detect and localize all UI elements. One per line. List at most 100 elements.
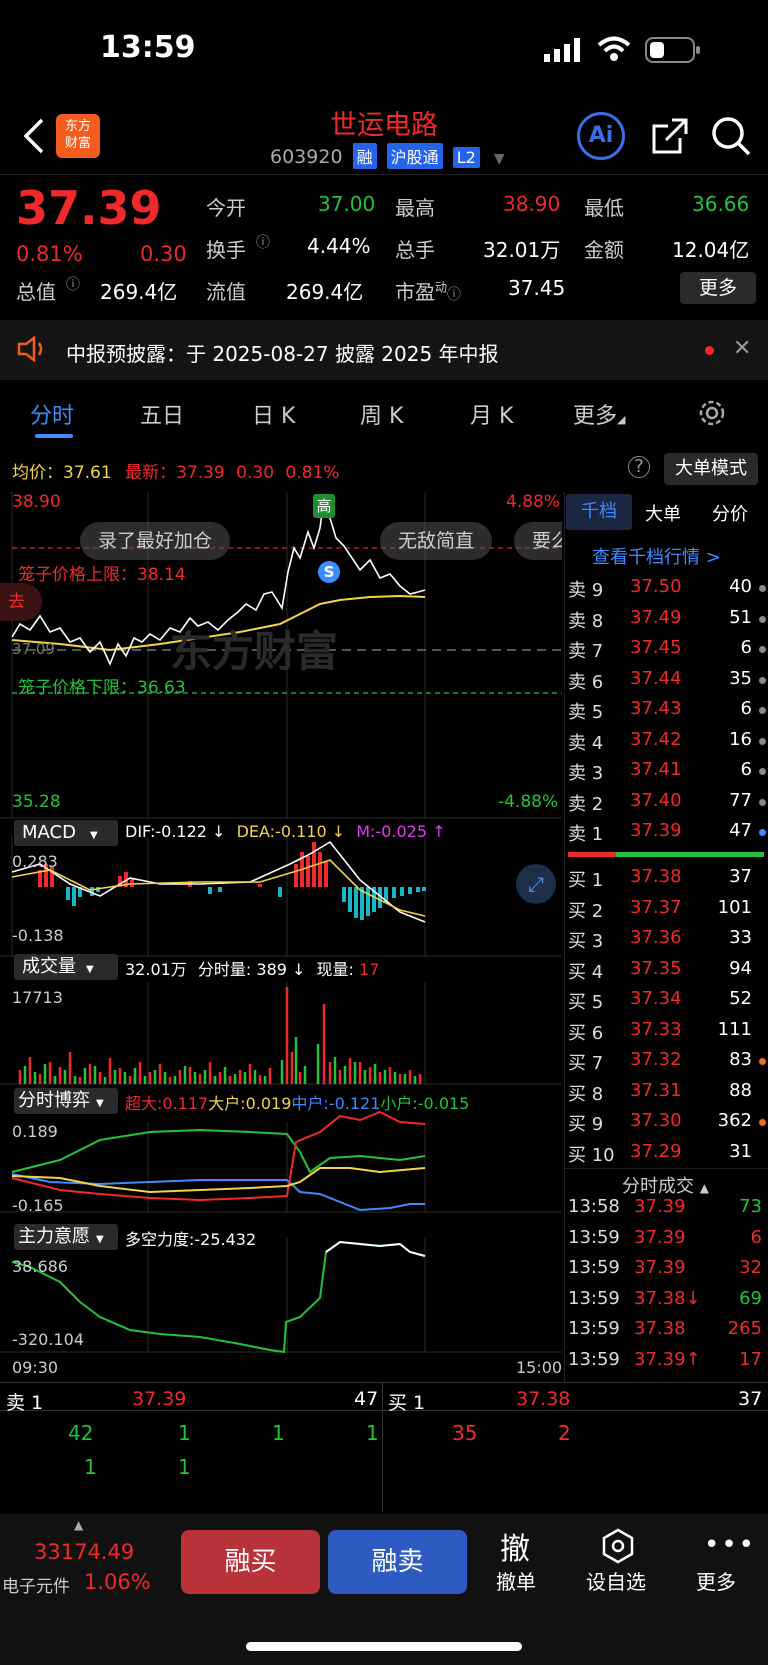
close-icon[interactable]: ✕ bbox=[733, 336, 751, 361]
speaker-icon bbox=[16, 335, 48, 367]
last-price: 37.39 bbox=[16, 181, 162, 235]
trade-row[interactable]: 13:58 37.39 73 bbox=[566, 1196, 766, 1226]
turnover-label: 换手 bbox=[206, 238, 246, 262]
macd-y-bottom: -0.138 bbox=[12, 926, 64, 945]
macd-selector[interactable]: MACD ▼ bbox=[14, 820, 118, 846]
notice-text[interactable]: 中报预披露：于 2025-08-27 披露 2025 年中报 bbox=[66, 338, 499, 367]
trade-row[interactable]: 13:59 37.38↓ 69 bbox=[566, 1288, 766, 1318]
amount-label: 金额 bbox=[584, 238, 624, 262]
bid-row[interactable]: 买 6 37.33 111 bbox=[566, 1019, 766, 1049]
ask-label: 卖 4 bbox=[568, 732, 604, 754]
price-legend: 均价：37.61 最新：37.39 0.30 0.81% bbox=[12, 463, 340, 483]
sell-signal-marker[interactable]: S bbox=[318, 561, 340, 583]
bottom-sell-label: 卖 1 bbox=[6, 1392, 44, 1414]
trades-title[interactable]: 分时成交 ▲ bbox=[622, 1172, 709, 1198]
share-icon[interactable] bbox=[650, 116, 690, 160]
watchlist-icon[interactable] bbox=[600, 1528, 636, 1568]
trade-price: 37.39↑ bbox=[634, 1348, 701, 1370]
ask-volume: 16 bbox=[729, 728, 752, 750]
ask-price: 37.40 bbox=[630, 789, 682, 811]
bid-row[interactable]: 买 9 37.30 362 bbox=[566, 1110, 766, 1140]
ai-button[interactable]: Ai bbox=[577, 112, 625, 160]
trade-row[interactable]: 13:59 37.38 265 bbox=[566, 1318, 766, 1348]
ask-row[interactable]: 卖 1 37.39 47 bbox=[566, 820, 766, 850]
index-name[interactable]: 电子元件 bbox=[2, 1572, 70, 1597]
game-values: 超大:0.117大户:0.019中户:-0.121小户:-0.015 bbox=[125, 1094, 470, 1113]
trade-volume: 265 bbox=[727, 1318, 762, 1339]
trade-time: 13:59 bbox=[568, 1287, 620, 1309]
game-selector[interactable]: 分时博弈 ▼ bbox=[14, 1088, 118, 1114]
view-levels-link[interactable]: 查看千档行情 > bbox=[592, 543, 721, 569]
ask-row[interactable]: 卖 9 37.50 40 bbox=[566, 576, 766, 606]
lower-limit-label: 笼子价格下限：36.63 bbox=[18, 678, 186, 698]
pe-value: 37.45 bbox=[508, 276, 566, 300]
ask-row[interactable]: 卖 7 37.45 6 bbox=[566, 637, 766, 667]
danmaku-bubble[interactable]: 无敌简直 bbox=[380, 522, 493, 560]
more-dots-icon[interactable]: ••• bbox=[704, 1530, 756, 1560]
ask-row[interactable]: 卖 3 37.41 6 bbox=[566, 759, 766, 789]
side-tab-price-dist[interactable]: 分价 bbox=[712, 500, 748, 526]
info-icon[interactable]: ⓘ bbox=[66, 274, 80, 294]
ask-row[interactable]: 卖 4 37.42 16 bbox=[566, 729, 766, 759]
big-order-mode-button[interactable]: 大单模式 bbox=[664, 453, 758, 485]
bid-row[interactable]: 买 4 37.35 94 bbox=[566, 958, 766, 988]
side-tab-big-orders[interactable]: 大单 bbox=[645, 500, 681, 526]
index-pct[interactable]: 1.06% bbox=[84, 1570, 151, 1594]
side-float-button[interactable]: 去 bbox=[0, 583, 42, 621]
danmaku-bubble[interactable]: 录了最好加仓 bbox=[80, 522, 231, 560]
cancel-order-icon[interactable]: 撤 bbox=[500, 1524, 530, 1568]
bid-volume: 83 bbox=[729, 1049, 752, 1070]
danmaku-bubble[interactable]: 要么 bbox=[514, 522, 562, 560]
sell-queue-item: 1 bbox=[366, 1421, 379, 1445]
tab-daily-k[interactable]: 日 K bbox=[252, 398, 295, 430]
bid-row[interactable]: 买 3 37.36 33 bbox=[566, 927, 766, 957]
trade-row[interactable]: 13:59 37.39 32 bbox=[566, 1257, 766, 1287]
quote-more-button[interactable]: 更多 bbox=[680, 272, 756, 304]
chevron-up-icon[interactable]: ▲ bbox=[74, 1518, 83, 1532]
trade-price: 37.38↓ bbox=[634, 1287, 701, 1309]
ask-row[interactable]: 卖 8 37.49 51 bbox=[566, 607, 766, 637]
level-status-dot bbox=[759, 707, 766, 714]
side-tab-levels[interactable]: 千档 bbox=[566, 494, 632, 530]
ask-volume: 6 bbox=[740, 637, 752, 658]
volume-values: 32.01万 分时量: 389 ↓ 现量: 17 bbox=[125, 960, 380, 979]
margin-buy-button[interactable]: 融买 bbox=[181, 1530, 320, 1594]
margin-sell-button[interactable]: 融卖 bbox=[328, 1530, 467, 1594]
footer-more-button[interactable]: 更多 bbox=[696, 1566, 736, 1595]
tab-more[interactable]: 更多◢ bbox=[573, 398, 625, 430]
ask-row[interactable]: 卖 5 37.43 6 bbox=[566, 698, 766, 728]
bid-row[interactable]: 买 1 37.38 37 bbox=[566, 866, 766, 896]
ask-row[interactable]: 卖 6 37.44 35 bbox=[566, 668, 766, 698]
trade-row[interactable]: 13:59 37.39 6 bbox=[566, 1227, 766, 1257]
tab-five-day[interactable]: 五日 bbox=[140, 398, 184, 430]
settings-gear-icon[interactable] bbox=[697, 398, 727, 432]
tab-monthly-k[interactable]: 月 K bbox=[470, 398, 513, 430]
search-icon[interactable] bbox=[710, 115, 752, 161]
trade-row[interactable]: 13:59 37.39↑ 17 bbox=[566, 1349, 766, 1379]
bid-row[interactable]: 买 7 37.32 83 bbox=[566, 1049, 766, 1079]
bid-row[interactable]: 买 10 37.29 31 bbox=[566, 1141, 766, 1171]
turnover-value: 4.44% bbox=[307, 234, 371, 258]
sell-queue-item: 1 bbox=[272, 1421, 285, 1445]
cancel-order-button[interactable]: 撤单 bbox=[496, 1566, 536, 1595]
bid-row[interactable]: 买 2 37.37 101 bbox=[566, 897, 766, 927]
expand-icon[interactable]: ⤢ bbox=[516, 864, 556, 904]
main-force-selector[interactable]: 主力意愿 ▼ bbox=[14, 1224, 118, 1250]
help-icon[interactable]: ? bbox=[628, 456, 650, 478]
tab-intraday[interactable]: 分时 bbox=[30, 398, 74, 430]
bid-row[interactable]: 买 5 37.34 52 bbox=[566, 988, 766, 1018]
volume-selector[interactable]: 成交量 ▼ bbox=[14, 954, 118, 980]
mid-price-label: 37.09 bbox=[12, 640, 55, 658]
info-icon[interactable]: ⓘ bbox=[256, 232, 270, 252]
ask-row[interactable]: 卖 2 37.40 77 bbox=[566, 790, 766, 820]
bid-volume: 101 bbox=[717, 896, 752, 918]
add-watchlist-button[interactable]: 设自选 bbox=[586, 1566, 646, 1595]
low-value: 36.66 bbox=[692, 192, 750, 216]
chevron-down-icon: ▼ bbox=[493, 151, 505, 167]
ask-label: 卖 5 bbox=[568, 702, 604, 723]
bid-row[interactable]: 买 8 37.31 88 bbox=[566, 1080, 766, 1110]
home-indicator bbox=[246, 1642, 522, 1651]
stock-code-row[interactable]: 603920 融 沪股通 L2 ▼ bbox=[270, 143, 505, 169]
index-value[interactable]: 33174.49 bbox=[34, 1540, 134, 1564]
tab-weekly-k[interactable]: 周 K bbox=[360, 398, 403, 430]
